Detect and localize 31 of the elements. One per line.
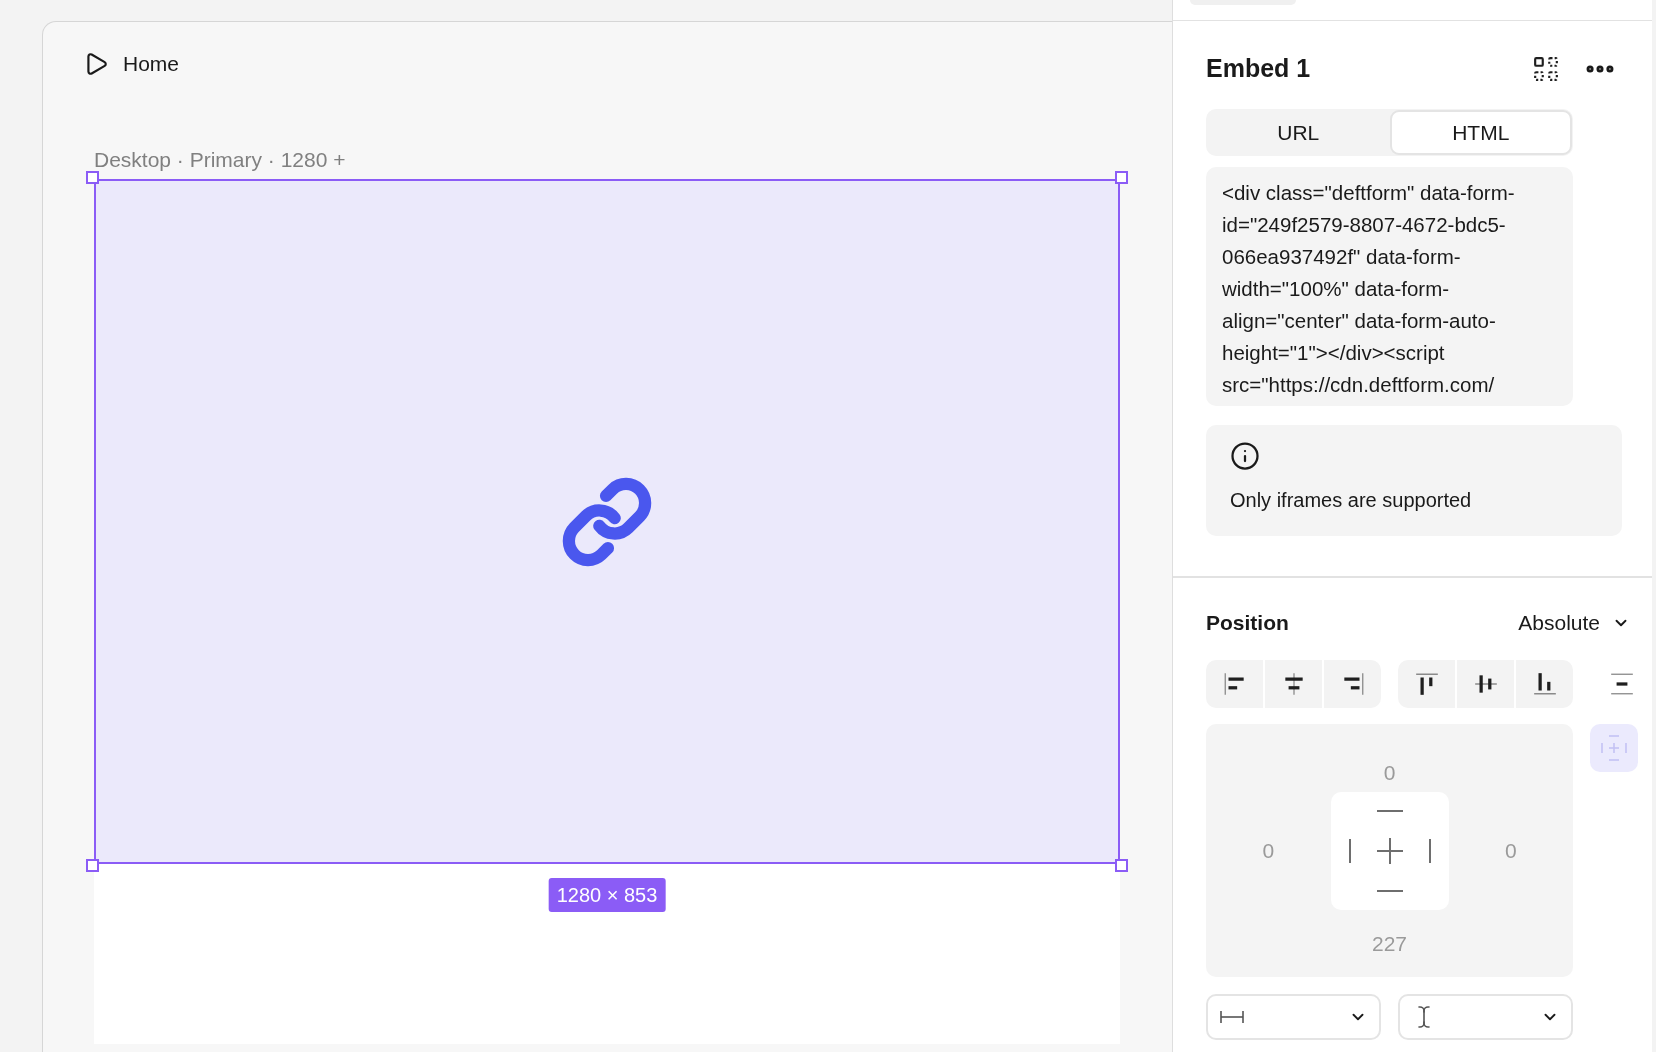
width-icon — [1220, 1010, 1244, 1024]
frame-label: Desktop · Primary · 1280 + — [94, 147, 347, 172]
code-text: <div class="deftform" data-form-id="249f2579-8807-4672-bdc5-066ea937492f" data-form-width="100%" data-form-align="center" data-form-auto-height="1"></div><script src="https://cdn.deftform.com/ — [1222, 180, 1516, 398]
align-top-icon — [1413, 671, 1440, 697]
constraint-widget[interactable] — [1330, 792, 1449, 910]
align-button[interactable] — [1516, 660, 1573, 708]
align-button[interactable] — [1265, 660, 1322, 708]
resize-handle[interactable] — [86, 171, 99, 184]
link-icon — [561, 475, 653, 568]
position-dropdown[interactable]: Absolute — [1518, 607, 1630, 639]
resize-handle[interactable] — [86, 859, 99, 872]
resize-handle[interactable] — [1115, 859, 1128, 872]
align-button[interactable] — [1324, 660, 1381, 708]
align-button[interactable] — [1398, 660, 1455, 708]
page-title: Home — [123, 51, 180, 78]
panel-title: Embed 1 — [1206, 53, 1311, 85]
constraint-icon — [1347, 809, 1432, 893]
align-bottom-icon — [1531, 671, 1558, 697]
resize-handle[interactable] — [1115, 171, 1128, 184]
align-button[interactable] — [1206, 660, 1263, 708]
size-badge: 1280 × 853 — [548, 878, 666, 912]
grid-select-icon[interactable] — [1533, 56, 1559, 82]
notice-text: Only iframes are supported — [1230, 488, 1473, 513]
align-button[interactable] — [1457, 660, 1514, 708]
info-icon — [1230, 441, 1260, 471]
constraint-small-icon — [1599, 733, 1629, 763]
section-title: Position — [1206, 610, 1289, 637]
align-distribute-icon — [1609, 671, 1635, 697]
code-field[interactable]: <div class="deftform" data-form-id="249f2579-8807-4672-bdc5-066ea937492f" data-form-width="100%" data-form-align="center" data-form-auto-height="1"></div><script src="https://cdn.deftform.com/ — [1206, 167, 1573, 406]
mode-tab[interactable]: URL — [1207, 110, 1390, 155]
mode-tab[interactable]: HTML — [1389, 110, 1572, 155]
